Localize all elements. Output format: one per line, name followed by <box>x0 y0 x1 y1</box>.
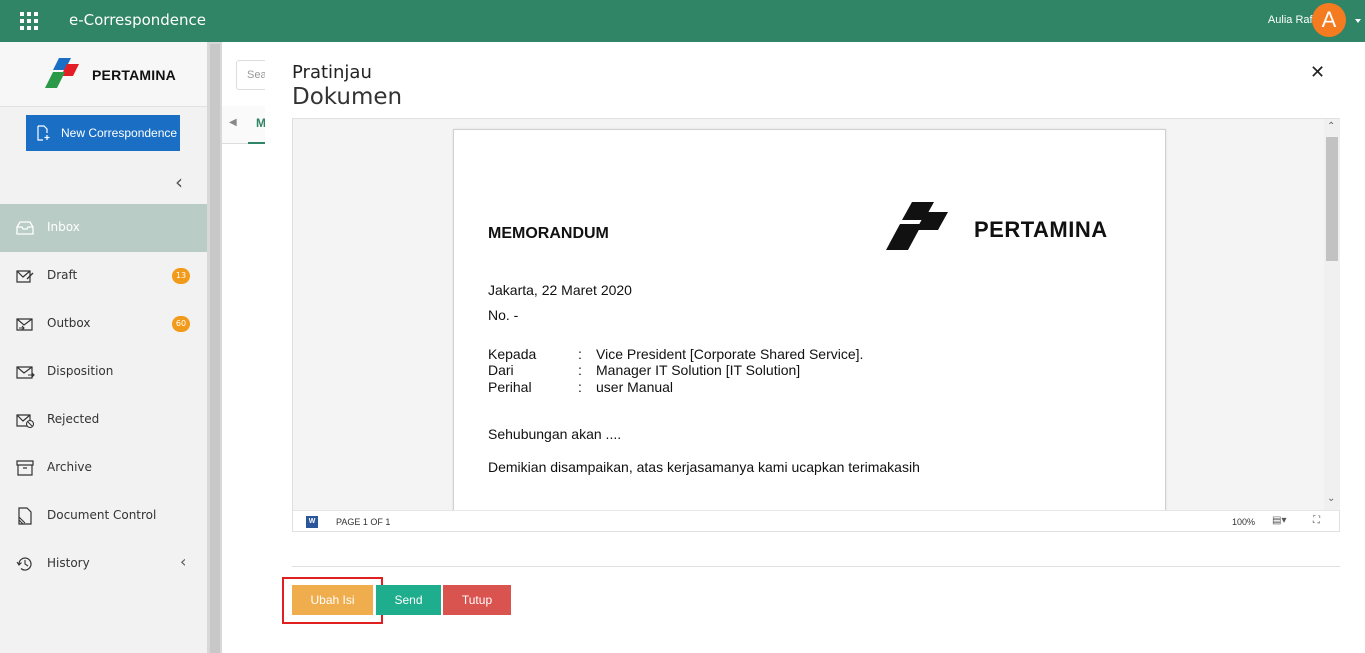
outbox-count-badge: 60 <box>172 316 190 332</box>
sidebar-scrollbar-thumb[interactable] <box>210 44 220 653</box>
field-colon: : <box>578 379 582 395</box>
modal-title-line1: Pratinjau <box>292 62 372 83</box>
field-value-dari: Manager IT Solution [IT Solution] <box>596 362 801 378</box>
document-scrollbar[interactable]: ⌃ ⌄ <box>1324 119 1340 510</box>
sidebar-item-label: Archive <box>47 460 92 474</box>
ubah-isi-button[interactable]: Ubah Isi <box>292 585 373 615</box>
draft-count-badge: 13 <box>172 268 190 284</box>
preview-document-modal: Pratinjau Dokumen ✕ MEMORANDUM PERTAMINA… <box>265 42 1365 653</box>
history-expand-chevron-icon[interactable]: ‹ <box>180 552 186 571</box>
sidebar-item-label: Rejected <box>47 412 100 426</box>
pertamina-logo-icon <box>45 58 79 88</box>
scroll-down-icon[interactable]: ⌄ <box>1327 493 1335 504</box>
sidebar-item-draft[interactable]: Draft 13 <box>0 252 207 300</box>
collapse-sidebar-chevron-icon[interactable]: ‹ <box>175 172 183 192</box>
field-label-kepada: Kepada <box>488 346 537 362</box>
new-document-icon <box>37 125 50 141</box>
sidebar-item-disposition[interactable]: Disposition <box>0 348 207 396</box>
document-logo-text: PERTAMINA <box>974 217 1108 242</box>
document-page: MEMORANDUM PERTAMINA Jakarta, 22 Maret 2… <box>453 129 1166 510</box>
sidebar-item-history[interactable]: History ‹ <box>0 540 207 588</box>
document-control-icon <box>18 507 32 525</box>
new-correspondence-label: New Correspondence <box>61 126 178 140</box>
page-count: PAGE 1 OF 1 <box>336 517 391 527</box>
word-document-icon: W <box>306 516 318 528</box>
user-name[interactable]: Aulia Rafi <box>1268 14 1315 26</box>
tutup-button[interactable]: Tutup <box>443 585 511 615</box>
archive-icon <box>16 460 34 476</box>
logo-text: PERTAMINA <box>92 67 176 83</box>
sidebar-item-label: Disposition <box>47 364 114 378</box>
field-value-perihal: user Manual <box>596 379 674 395</box>
inbox-icon <box>16 221 34 235</box>
sidebar-item-inbox[interactable]: Inbox <box>0 204 207 252</box>
document-canvas[interactable]: MEMORANDUM PERTAMINA Jakarta, 22 Maret 2… <box>293 119 1324 510</box>
sidebar-item-document-control[interactable]: Document Control <box>0 492 207 540</box>
close-icon[interactable]: ✕ <box>1310 62 1325 83</box>
place-date: Jakarta, 22 Maret 2020 <box>488 282 632 298</box>
memo-title: MEMORANDUM <box>488 225 609 242</box>
field-colon: : <box>578 362 582 378</box>
logo-area: PERTAMINA <box>0 42 222 107</box>
history-icon <box>16 557 32 571</box>
scroll-up-icon[interactable]: ⌃ <box>1327 121 1335 132</box>
sidebar-item-label: Draft <box>47 268 78 282</box>
field-label-dari: Dari <box>488 362 514 378</box>
sidebar-item-outbox[interactable]: Outbox 60 <box>0 300 207 348</box>
field-value-kepada: Vice President [Corporate Shared Service… <box>596 346 864 362</box>
outbox-icon <box>16 318 33 331</box>
fit-to-screen-icon[interactable]: ⛶ <box>1313 515 1320 526</box>
rejected-icon <box>16 414 35 429</box>
draft-icon <box>16 270 34 283</box>
sidebar-item-label: Inbox <box>47 220 80 234</box>
disposition-icon <box>16 366 35 379</box>
body-line-1: Sehubungan akan .... <box>488 426 622 442</box>
document-scrollbar-thumb[interactable] <box>1326 137 1338 261</box>
sidebar: PERTAMINA New Correspondence ‹ Inbox Dra… <box>0 42 222 653</box>
user-menu-caret-icon[interactable] <box>1355 19 1361 23</box>
app-title: e-Correspondence <box>69 11 207 29</box>
sidebar-item-label: Document Control <box>47 508 157 522</box>
sidebar-item-archive[interactable]: Archive <box>0 444 207 492</box>
zoom-level[interactable]: 100% <box>1232 517 1255 527</box>
view-mode-icon[interactable]: ▤▾ <box>1272 515 1286 526</box>
new-correspondence-button[interactable]: New Correspondence <box>26 115 180 151</box>
document-viewer: MEMORANDUM PERTAMINA Jakarta, 22 Maret 2… <box>292 118 1340 532</box>
avatar[interactable]: A <box>1312 3 1346 37</box>
field-label-perihal: Perihal <box>488 379 532 395</box>
pertamina-document-logo-icon <box>886 202 948 250</box>
viewer-status-bar: W PAGE 1 OF 1 100% ▤▾ ⛶ <box>293 510 1339 531</box>
modal-title-line2: Dokumen <box>292 84 403 110</box>
body-line-2: Demikian disampaikan, atas kerjasamanya … <box>488 459 920 475</box>
sidebar-item-label: History <box>47 556 90 570</box>
send-button[interactable]: Send <box>376 585 441 615</box>
field-colon: : <box>578 346 582 362</box>
sidebar-menu: Inbox Draft 13 Outbox 60 Disposition Rej… <box>0 204 207 588</box>
app-launcher-icon[interactable] <box>20 12 38 30</box>
sidebar-item-rejected[interactable]: Rejected <box>0 396 207 444</box>
modal-divider <box>292 566 1340 567</box>
tab-scroll-left-icon[interactable]: ◀ <box>229 117 237 128</box>
top-bar: e-Correspondence Aulia Rafi A <box>0 0 1365 42</box>
document-number: No. - <box>488 307 519 323</box>
sidebar-item-label: Outbox <box>47 316 91 330</box>
